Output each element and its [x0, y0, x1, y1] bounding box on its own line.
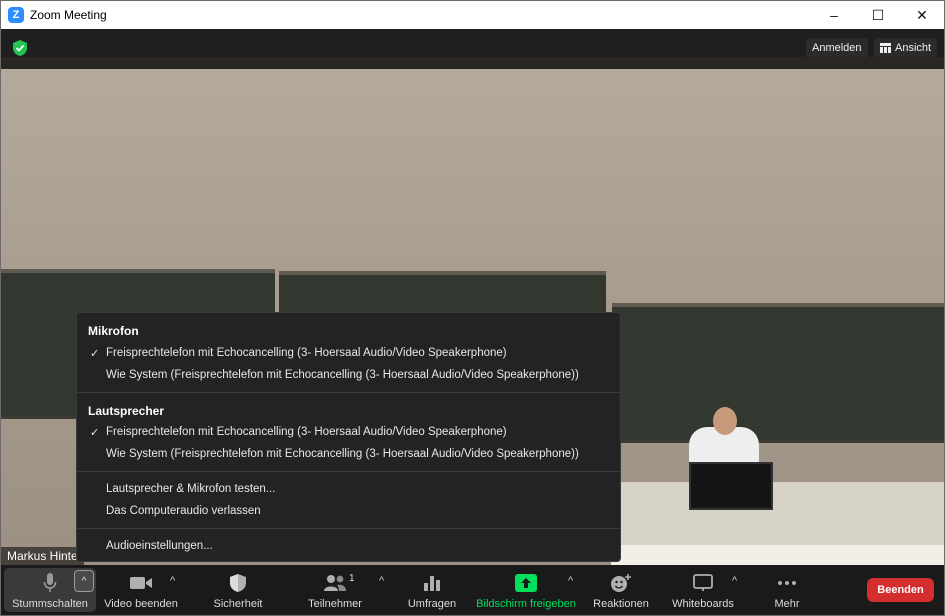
mute-label: Stummschalten — [12, 597, 88, 610]
check-icon: ✓ — [90, 427, 100, 439]
zoom-window: Z Zoom Meeting – ☐ ✕ Anmelden Ansicht Ma… — [0, 0, 945, 616]
video-label: Video beenden — [104, 597, 178, 610]
microphone-option-2[interactable]: Wie System (Freisprechtelefon mit Echoca… — [106, 369, 579, 381]
end-meeting-label: Beenden — [877, 584, 924, 596]
share-screen-button[interactable]: Bildschirm freigeben — [473, 565, 579, 615]
whiteboard-icon — [693, 573, 713, 591]
security-label: Sicherheit — [213, 597, 263, 610]
emoji-reaction-icon — [611, 573, 631, 592]
speaker-option-1[interactable]: Freisprechtelefon mit Echocancelling (3-… — [106, 426, 507, 438]
maximize-button[interactable]: ☐ — [856, 1, 900, 29]
meeting-top-bar — [1, 29, 944, 57]
reactions-label: Reaktionen — [593, 597, 649, 610]
lecturer-head — [713, 407, 737, 435]
audio-options-menu: Mikrofon ✓ Freisprechtelefon mit Echocan… — [76, 312, 621, 562]
meeting-toolbar: Stummschalten ^ Video beenden ^ Sicherhe… — [1, 565, 944, 615]
menu-divider — [77, 528, 620, 529]
security-button[interactable]: Sicherheit — [201, 565, 275, 615]
share-options-caret[interactable]: ^ — [568, 575, 573, 587]
share-screen-icon — [515, 573, 537, 592]
lecture-desk-front — [611, 545, 944, 565]
title-bar: Z Zoom Meeting – ☐ ✕ — [1, 1, 944, 29]
check-icon: ✓ — [90, 348, 100, 360]
menu-divider — [77, 392, 620, 393]
security-shield-icon[interactable] — [11, 39, 29, 57]
close-button[interactable]: ✕ — [900, 1, 944, 29]
leave-computer-audio-item[interactable]: Das Computeraudio verlassen — [106, 505, 261, 517]
more-button[interactable]: Mehr — [761, 565, 813, 615]
microphone-icon — [43, 572, 57, 592]
signin-label: Anmelden — [812, 42, 862, 54]
video-ceiling — [1, 57, 944, 69]
participant-name-tag: Markus Hinte — [1, 547, 84, 565]
end-meeting-button[interactable]: Beenden — [867, 578, 934, 602]
polls-label: Umfragen — [407, 597, 457, 610]
test-speaker-mic-item[interactable]: Lautsprecher & Mikrofon testen... — [106, 483, 275, 495]
video-options-caret[interactable]: ^ — [170, 575, 175, 587]
share-screen-label: Bildschirm freigeben — [476, 597, 576, 610]
more-dots-icon — [778, 580, 796, 585]
whiteboards-label: Whiteboards — [672, 597, 734, 610]
desk-monitor — [689, 462, 773, 510]
view-button[interactable]: Ansicht — [874, 38, 938, 58]
microphone-option-1[interactable]: Freisprechtelefon mit Echocancelling (3-… — [106, 347, 507, 359]
participants-options-caret[interactable]: ^ — [379, 575, 384, 587]
participants-button[interactable]: Teilnehmer — [297, 565, 373, 615]
video-button[interactable]: Video beenden — [99, 565, 183, 615]
speaker-heading: Lautsprecher — [88, 404, 165, 418]
speaker-option-2[interactable]: Wie System (Freisprechtelefon mit Echoca… — [106, 448, 579, 460]
window-title: Zoom Meeting — [30, 8, 107, 22]
participants-count: 1 — [349, 573, 355, 584]
view-label: Ansicht — [895, 42, 932, 54]
participants-icon — [324, 574, 346, 591]
grid-view-icon — [880, 43, 891, 53]
zoom-app-icon: Z — [8, 7, 24, 23]
shield-icon — [230, 573, 246, 592]
polls-button[interactable]: Umfragen — [401, 565, 463, 615]
audio-settings-item[interactable]: Audioeinstellungen... — [106, 540, 213, 552]
chalkboard-right — [612, 303, 944, 443]
video-camera-icon — [130, 576, 152, 589]
menu-divider — [77, 471, 620, 472]
whiteboards-button[interactable]: Whiteboards — [665, 565, 741, 615]
reactions-button[interactable]: Reaktionen — [589, 565, 653, 615]
whiteboards-options-caret[interactable]: ^ — [732, 575, 737, 587]
signin-button[interactable]: Anmelden — [806, 38, 868, 58]
more-label: Mehr — [774, 597, 800, 610]
polls-icon — [424, 575, 440, 591]
microphone-heading: Mikrofon — [88, 324, 139, 338]
audio-options-caret[interactable]: ^ — [74, 570, 94, 592]
minimize-button[interactable]: – — [812, 1, 856, 29]
window-controls: – ☐ ✕ — [812, 1, 944, 29]
participants-label: Teilnehmer — [308, 597, 362, 610]
